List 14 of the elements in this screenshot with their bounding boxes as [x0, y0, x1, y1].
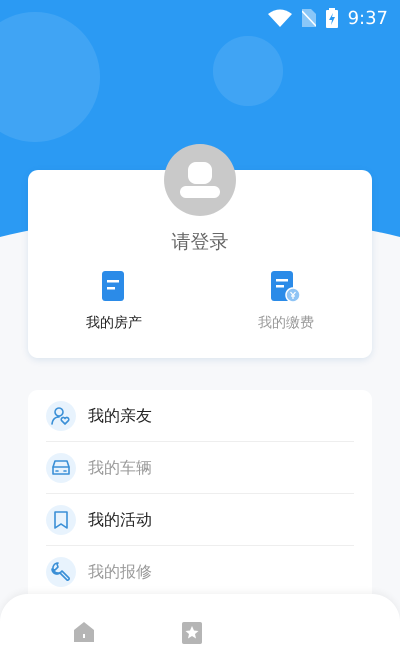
shortcut-label[interactable]: 我的房产: [86, 312, 142, 334]
document-icon: [102, 270, 126, 302]
wifi-icon: [268, 9, 292, 27]
menu-item[interactable]: 我的亲友: [88, 404, 152, 428]
login-prompt[interactable]: 请登录: [172, 228, 228, 256]
home-icon[interactable]: [74, 622, 94, 642]
car-icon: [46, 452, 76, 482]
status-time: 9:37: [348, 6, 388, 30]
wrench-icon: [46, 556, 76, 586]
menu-item[interactable]: 我的活动: [88, 508, 152, 532]
bill-icon: [271, 270, 301, 302]
bookmark-icon: [46, 504, 76, 534]
battery-charging-icon: [326, 8, 338, 28]
no-sim-icon: [302, 9, 316, 27]
